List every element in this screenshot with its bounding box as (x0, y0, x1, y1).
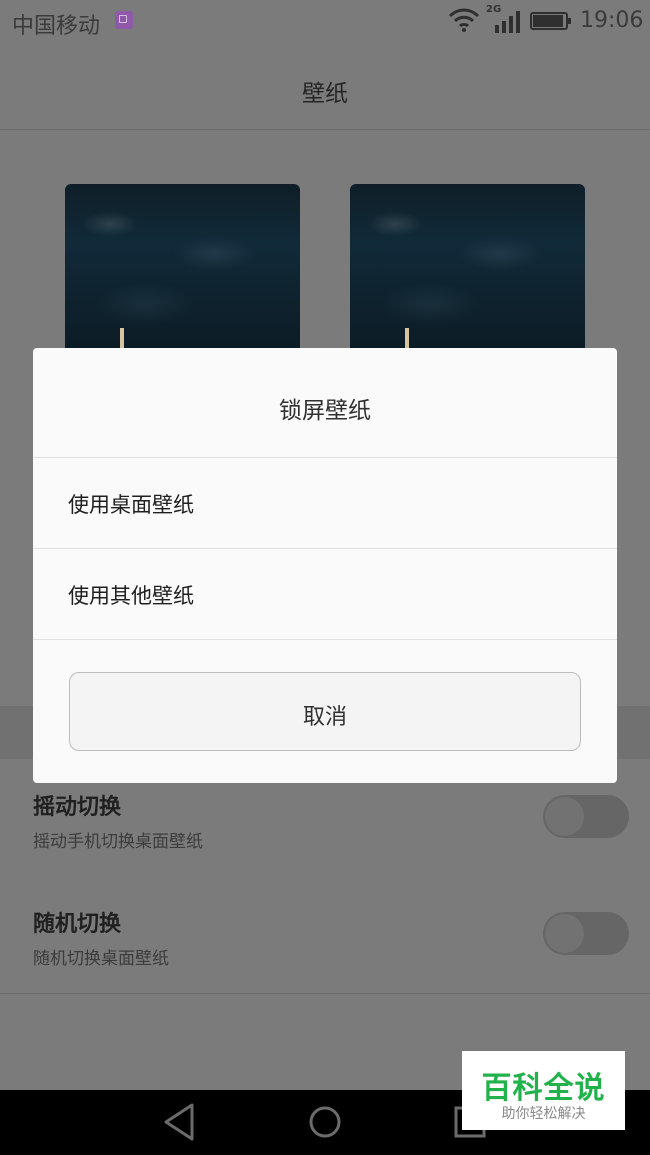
random-switch-setting-row[interactable]: 随机切换 随机切换桌面壁纸 (0, 876, 650, 994)
use-other-wallpaper-option[interactable]: 使用其他壁纸 (33, 548, 617, 639)
setting-description: 摇动手机切换桌面壁纸 (33, 832, 203, 852)
page-title: 壁纸 (302, 81, 348, 107)
dialog-title: 锁屏壁纸 (279, 398, 371, 424)
option-label: 使用桌面壁纸 (68, 493, 194, 517)
dialog-divider (33, 639, 617, 640)
setting-title: 摇动切换 (33, 795, 122, 820)
wallpaper-image-detail (405, 328, 409, 348)
shake-switch-toggle[interactable] (543, 795, 629, 838)
toggle-knob (545, 914, 584, 953)
cancel-label: 取消 (302, 705, 347, 730)
cancel-button[interactable]: 取消 (69, 672, 581, 751)
battery-icon (530, 12, 571, 30)
setting-description: 随机切换桌面壁纸 (33, 949, 169, 969)
option-label: 使用其他壁纸 (68, 584, 194, 608)
back-icon[interactable] (145, 1090, 215, 1155)
status-time: 19:06 (580, 8, 644, 33)
carrier-name: 中国移动 (12, 14, 101, 39)
wifi-icon (448, 8, 480, 32)
lockscreen-wallpaper-dialog: 锁屏壁纸 使用桌面壁纸 使用其他壁纸 取消 (33, 348, 617, 783)
wallpaper-image-detail (120, 328, 124, 348)
toggle-knob (545, 797, 584, 836)
use-home-wallpaper-option[interactable]: 使用桌面壁纸 (33, 457, 617, 548)
app-header: 壁纸 (0, 44, 650, 130)
home-icon[interactable] (290, 1090, 360, 1155)
lockscreen-wallpaper-preview[interactable] (65, 184, 300, 348)
watermark-title: 百科全说 (481, 1071, 606, 1106)
sim-icon (115, 11, 133, 29)
status-bar: 中国移动 2G 19:06 (0, 0, 650, 44)
home-wallpaper-preview[interactable] (350, 184, 585, 348)
watermark-logo: 百科全说 助你轻松解决 (462, 1051, 625, 1130)
watermark-subtitle: 助你轻松解决 (501, 1106, 586, 1122)
random-switch-toggle[interactable] (543, 912, 629, 955)
setting-title: 随机切换 (33, 912, 122, 937)
signal-icon (495, 11, 520, 33)
